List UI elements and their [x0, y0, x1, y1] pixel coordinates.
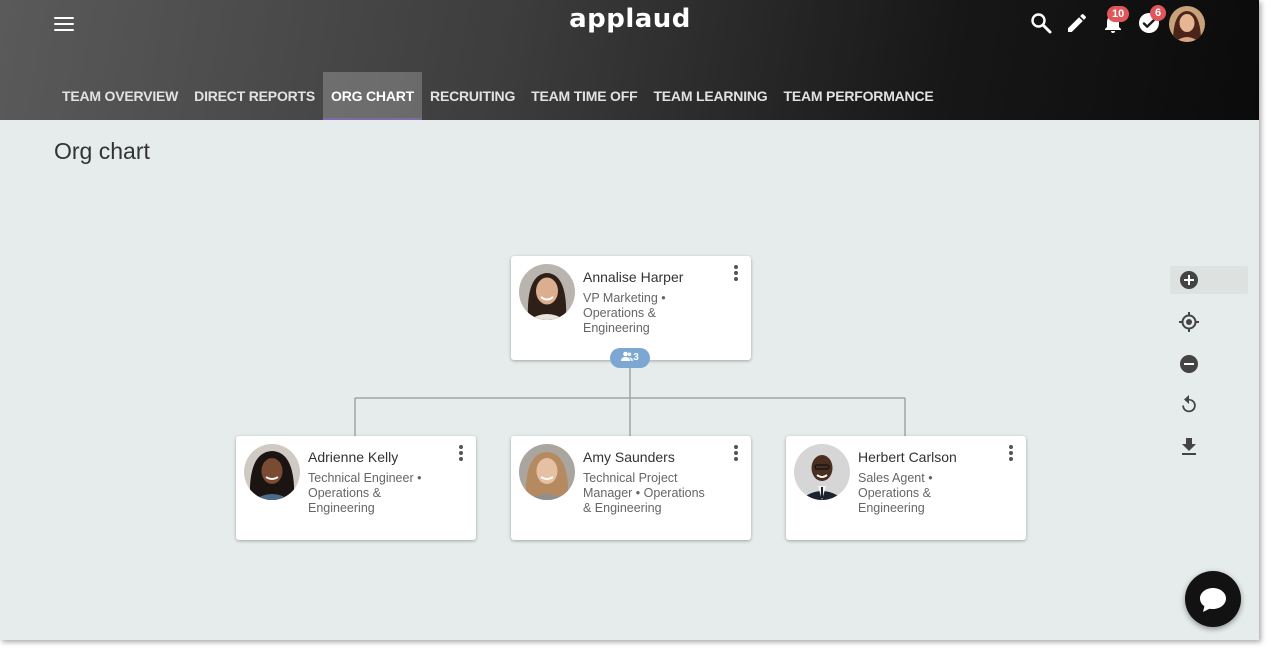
person-name: Amy Saunders	[583, 449, 675, 465]
more-vert-icon[interactable]	[1004, 444, 1018, 462]
menu-icon[interactable]	[54, 16, 74, 32]
org-card-report[interactable]: Herbert Carlson Sales Agent • Operations…	[786, 436, 1026, 540]
tab-recruiting[interactable]: RECRUITING	[422, 72, 523, 120]
notifications-badge: 10	[1107, 6, 1130, 22]
tab-team-performance[interactable]: TEAM PERFORMANCE	[776, 72, 942, 120]
person-name: Annalise Harper	[583, 269, 684, 285]
direct-reports-count-badge[interactable]: 3	[610, 348, 650, 368]
reset-icon[interactable]	[1177, 393, 1201, 417]
recenter-icon[interactable]	[1177, 310, 1201, 334]
person-role: Technical Engineer • Operations & Engine…	[308, 471, 422, 515]
pencil-icon[interactable]	[1065, 11, 1089, 35]
zoom-out-icon[interactable]	[1177, 352, 1201, 376]
org-card-root[interactable]: Annalise Harper VP Marketing • Operation…	[511, 256, 751, 360]
tab-team-learning[interactable]: TEAM LEARNING	[645, 72, 775, 120]
tab-team-overview[interactable]: TEAM OVERVIEW	[54, 72, 186, 120]
reports-count: 3	[633, 352, 639, 363]
search-icon[interactable]	[1029, 11, 1053, 35]
user-avatar[interactable]	[1169, 6, 1205, 42]
app-window: applaud 10 6 TEAM OVERVIEW DIRECT REPORT…	[0, 0, 1259, 640]
avatar	[519, 444, 575, 500]
page-title: Org chart	[54, 138, 150, 164]
tasks-badge: 6	[1150, 5, 1167, 21]
org-card-report[interactable]: Adrienne Kelly Technical Engineer • Oper…	[236, 436, 476, 540]
app-logo[interactable]: applaud	[560, 4, 700, 34]
section-tabs: TEAM OVERVIEW DIRECT REPORTS ORG CHART R…	[54, 72, 942, 120]
person-role: VP Marketing • Operations & Engineering	[583, 291, 666, 335]
zoom-in-icon[interactable]	[1177, 268, 1201, 292]
download-icon[interactable]	[1177, 435, 1201, 459]
more-vert-icon[interactable]	[729, 444, 743, 462]
tab-org-chart[interactable]: ORG CHART	[323, 72, 423, 120]
person-name: Herbert Carlson	[858, 449, 957, 465]
org-card-report[interactable]: Amy Saunders Technical Project Manager •…	[511, 436, 751, 540]
chat-bubble-icon	[1200, 588, 1226, 612]
person-role: Technical Project Manager • Operations &…	[583, 471, 705, 515]
tab-direct-reports[interactable]: DIRECT REPORTS	[186, 72, 323, 120]
avatar	[794, 444, 850, 500]
person-name: Adrienne Kelly	[308, 449, 399, 465]
tab-team-time-off[interactable]: TEAM TIME OFF	[523, 72, 645, 120]
chat-button[interactable]	[1185, 571, 1241, 627]
avatar	[244, 444, 300, 500]
people-icon	[621, 351, 634, 361]
more-vert-icon[interactable]	[729, 264, 743, 282]
avatar	[519, 264, 575, 320]
top-header: applaud 10 6 TEAM OVERVIEW DIRECT REPORT…	[0, 0, 1259, 120]
more-vert-icon[interactable]	[454, 444, 468, 462]
person-role: Sales Agent • Operations & Engineering	[858, 471, 933, 515]
